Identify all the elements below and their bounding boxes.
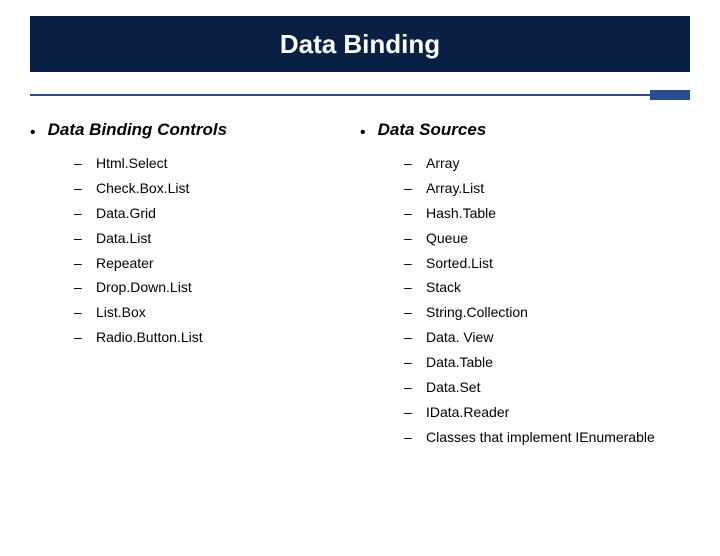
list-item: –Queue	[404, 229, 690, 248]
dash-icon: –	[74, 155, 84, 171]
title-bar: Data Binding	[30, 16, 690, 72]
item-text: Sorted.List	[426, 254, 493, 273]
list-item: –Stack	[404, 278, 690, 297]
section-heading-row: • Data Binding Controls	[30, 120, 360, 140]
list-item: –Hash.Table	[404, 204, 690, 223]
item-text: Array.List	[426, 179, 484, 198]
section-heading: Data Binding Controls	[48, 120, 227, 140]
item-text: IData.Reader	[426, 403, 509, 422]
item-text: Hash.Table	[426, 204, 496, 223]
divider	[30, 94, 690, 98]
dash-icon: –	[404, 329, 414, 345]
list-item: –Data.Grid	[74, 204, 360, 223]
dash-icon: –	[404, 230, 414, 246]
item-list: –Array –Array.List –Hash.Table –Queue –S…	[404, 154, 690, 453]
item-text: Data.Set	[426, 378, 480, 397]
bullet-icon: •	[360, 125, 366, 141]
list-item: –Radio.Button.List	[74, 328, 360, 347]
slide: Data Binding • Data Binding Controls –Ht…	[0, 16, 720, 556]
dash-icon: –	[404, 155, 414, 171]
dash-icon: –	[404, 180, 414, 196]
list-item: –Drop.Down.List	[74, 278, 360, 297]
dash-icon: –	[404, 429, 414, 445]
list-item: –Data.Table	[404, 353, 690, 372]
item-text: Queue	[426, 229, 468, 248]
item-text: Data.List	[96, 229, 151, 248]
slide-title: Data Binding	[280, 29, 440, 60]
item-text: Repeater	[96, 254, 154, 273]
list-item: –Data.List	[74, 229, 360, 248]
item-text: Data.Table	[426, 353, 493, 372]
list-item: –Html.Select	[74, 154, 360, 173]
column-left: • Data Binding Controls –Html.Select –Ch…	[30, 120, 360, 453]
dash-icon: –	[404, 379, 414, 395]
dash-icon: –	[74, 279, 84, 295]
item-text: String.Collection	[426, 303, 528, 322]
list-item: –Array.List	[404, 179, 690, 198]
item-text: Html.Select	[96, 154, 168, 173]
list-item: –Sorted.List	[404, 254, 690, 273]
item-text: Radio.Button.List	[96, 328, 203, 347]
list-item: –List.Box	[74, 303, 360, 322]
list-item: –Classes that implement IEnumerable	[404, 428, 690, 447]
item-text: Classes that implement IEnumerable	[426, 428, 655, 447]
dash-icon: –	[74, 230, 84, 246]
list-item: –Repeater	[74, 254, 360, 273]
bullet-icon: •	[30, 125, 36, 141]
item-text: Data.Grid	[96, 204, 156, 223]
dash-icon: –	[404, 279, 414, 295]
dash-icon: –	[404, 404, 414, 420]
dash-icon: –	[404, 354, 414, 370]
section-heading: Data Sources	[378, 120, 487, 140]
item-text: Stack	[426, 278, 461, 297]
slide-body: • Data Binding Controls –Html.Select –Ch…	[30, 120, 690, 453]
dash-icon: –	[404, 304, 414, 320]
item-text: Check.Box.List	[96, 179, 189, 198]
list-item: –Array	[404, 154, 690, 173]
dash-icon: –	[74, 205, 84, 221]
dash-icon: –	[74, 180, 84, 196]
dash-icon: –	[74, 255, 84, 271]
item-text: List.Box	[96, 303, 146, 322]
dash-icon: –	[404, 255, 414, 271]
dash-icon: –	[74, 329, 84, 345]
list-item: –Data. View	[404, 328, 690, 347]
list-item: –Data.Set	[404, 378, 690, 397]
item-text: Data. View	[426, 328, 493, 347]
dash-icon: –	[74, 304, 84, 320]
section-heading-row: • Data Sources	[360, 120, 690, 140]
dash-icon: –	[404, 205, 414, 221]
list-item: –String.Collection	[404, 303, 690, 322]
item-list: –Html.Select –Check.Box.List –Data.Grid …	[74, 154, 360, 353]
list-item: –Check.Box.List	[74, 179, 360, 198]
list-item: –IData.Reader	[404, 403, 690, 422]
column-right: • Data Sources –Array –Array.List –Hash.…	[360, 120, 690, 453]
item-text: Drop.Down.List	[96, 278, 192, 297]
item-text: Array	[426, 154, 459, 173]
